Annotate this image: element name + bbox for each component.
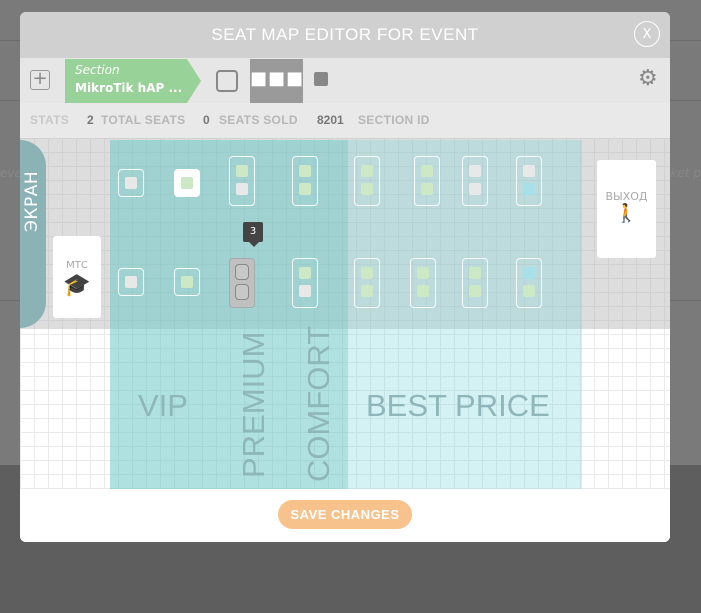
seat[interactable] [118,268,144,296]
seat-active[interactable] [229,258,255,308]
seat[interactable] [174,268,200,296]
save-changes-button[interactable]: SAVE CHANGES [278,500,412,529]
exit-label: ВЫХОД [605,190,648,203]
screen-label: ЭКРАН [22,170,42,232]
seat[interactable] [292,258,318,308]
stats-label: STATS [30,113,70,127]
stats-bar: STATS 2 TOTAL SEATS 0 SEATS SOLD 8201 SE… [20,103,670,138]
row-tool-button[interactable]: ■■■ [250,59,303,103]
modal-title: SEAT MAP EDITOR FOR EVENT [211,25,479,44]
tooltip-arrow [249,242,259,247]
section-arrow [187,59,201,103]
modal-header: SEAT MAP EDITOR FOR EVENT X [20,12,670,58]
zone-label-comfort: COMFORT [301,325,336,482]
exit-marker[interactable]: ВЫХОД 🚶 [597,160,656,258]
seat[interactable] [354,258,380,308]
toolbar: + Section MikroTik hAP ... ■■■ ⚙ [20,58,670,103]
seats-sold-value: 0 [203,113,210,127]
seat-map-canvas[interactable]: ЭКРАН МТС 🎓 ВЫХОД 🚶 3 VIP PREMIUM COMFOR… [20,138,670,489]
seat[interactable] [516,156,542,206]
close-button[interactable]: X [634,21,660,47]
seat-count-tooltip: 3 [243,222,263,242]
single-seat-tool[interactable] [216,70,238,92]
seat[interactable] [516,258,542,308]
seat[interactable] [410,258,436,308]
mtc-label: МТС [66,260,88,271]
zone-label-vip: VIP [138,388,188,423]
total-seats-label: TOTAL SEATS [101,113,186,127]
total-seats-value: 2 [87,113,94,127]
section-selector[interactable]: Section MikroTik hAP ... [65,59,187,103]
seat[interactable] [292,156,318,206]
seat[interactable] [462,258,488,308]
section-id-value: 8201 [317,113,344,127]
seat[interactable] [354,156,380,206]
person-icon: 🚶 [615,203,638,224]
screen-tab: ЭКРАН [20,140,46,328]
seat[interactable] [229,156,255,206]
filled-square-tool[interactable] [314,72,328,86]
seat[interactable] [414,156,440,206]
zone-label-premium: PREMIUM [236,331,271,478]
mtc-marker[interactable]: МТС 🎓 [53,236,101,318]
graduation-cap-icon: 🎓 [63,273,91,298]
gear-icon[interactable]: ⚙ [638,68,660,90]
seat-map-modal: SEAT MAP EDITOR FOR EVENT X + Section Mi… [20,12,670,542]
seat[interactable] [118,169,144,197]
section-id-label: SECTION ID [358,113,430,127]
add-section-button[interactable]: + [30,70,50,90]
background-text: ket p [670,166,701,180]
zone-label-best-price: BEST PRICE [366,388,550,423]
seats-sold-label: SEATS SOLD [219,113,298,127]
section-name: MikroTik hAP ... [75,81,183,95]
section-label: Section [75,63,120,77]
seat[interactable] [174,169,200,197]
seat[interactable] [462,156,488,206]
background-text: eve [0,166,22,180]
modal-footer: SAVE CHANGES [20,489,670,542]
